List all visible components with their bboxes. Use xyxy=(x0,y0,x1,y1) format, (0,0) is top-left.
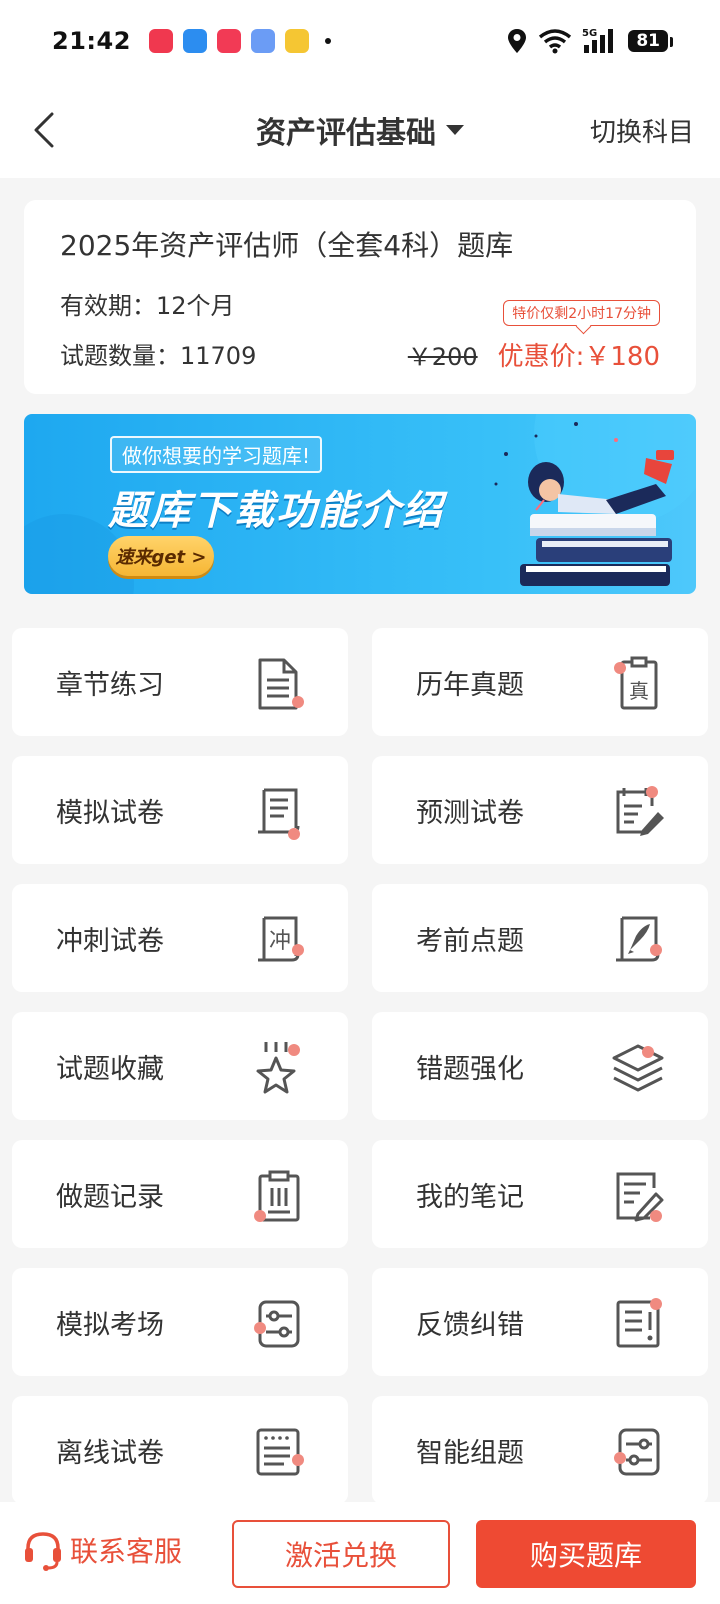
discount-price: 优惠价:￥180 xyxy=(497,342,660,372)
sprint-scroll-icon: 冲 xyxy=(258,916,304,962)
original-price: ￥200 xyxy=(407,343,478,371)
svg-text:真: 真 xyxy=(629,679,649,703)
edit-list-icon xyxy=(616,786,664,836)
tile-label: 反馈纠错 xyxy=(416,1309,524,1341)
tile-practice-history[interactable]: 做题记录 xyxy=(12,1140,348,1248)
app-notification-icon xyxy=(182,29,207,53)
app-notification-icon xyxy=(250,29,275,53)
headset-icon xyxy=(25,1532,61,1571)
tile-label: 预测试卷 xyxy=(416,797,524,829)
notes-app-icon xyxy=(284,29,309,53)
tile-label: 考前点题 xyxy=(416,925,524,957)
nav-bar: 资产评估基础 切换科目 xyxy=(0,82,720,178)
promo-countdown-badge: 特价仅剩2小时17分钟 xyxy=(503,300,660,326)
price-row: ￥200 优惠价:￥180 xyxy=(408,336,660,373)
switch-subject-link[interactable]: 切换科目 xyxy=(590,112,694,149)
tile-offline-papers[interactable]: 离线试卷 xyxy=(12,1396,348,1504)
tile-mock-papers[interactable]: 模拟试卷 xyxy=(12,756,348,864)
tile-pre-exam-tips[interactable]: 考前点题 xyxy=(372,884,708,992)
star-icon xyxy=(256,1042,300,1094)
location-icon xyxy=(508,29,527,53)
tile-label: 历年真题 xyxy=(416,669,524,701)
package-question-count: 试题数量：11709 xyxy=(60,342,257,370)
cellular-signal-icon: 5G xyxy=(582,28,614,53)
layers-icon xyxy=(612,1044,664,1092)
page-title: 资产评估基础 xyxy=(256,116,436,151)
tile-feedback[interactable]: 反馈纠错 xyxy=(372,1268,708,1376)
tile-label: 离线试卷 xyxy=(56,1437,164,1469)
package-card[interactable]: 2025年资产评估师（全套4科）题库 有效期：12个月 试题数量：11709 特… xyxy=(24,200,696,394)
subject-selector[interactable]: 资产评估基础 xyxy=(256,108,464,152)
banner-cta-button[interactable]: 速来get > xyxy=(108,536,214,576)
package-validity: 有效期：12个月 xyxy=(60,292,235,320)
scroll-icon xyxy=(258,788,300,840)
banner-headline: 题库下载功能介绍 xyxy=(108,488,444,534)
app-notification-icon xyxy=(148,29,173,53)
clipboard-icon xyxy=(254,1170,300,1222)
caret-down-icon xyxy=(446,125,464,135)
network-type: 5G xyxy=(582,28,597,39)
tile-label: 我的笔记 xyxy=(416,1181,524,1213)
tile-label: 做题记录 xyxy=(56,1181,164,1213)
battery-indicator: 81 xyxy=(628,30,673,52)
tile-label: 冲刺试卷 xyxy=(56,925,164,957)
student-reading-illustration xyxy=(494,422,674,586)
tile-my-notes[interactable]: 我的笔记 xyxy=(372,1140,708,1248)
smart-compose-icon xyxy=(614,1428,660,1476)
tile-label: 章节练习 xyxy=(56,669,164,701)
feature-grid: 章节练习 历年真题 真 模拟试卷 预测试卷 冲刺试卷 冲 考前点题 试题收藏 错… xyxy=(12,628,708,1504)
tile-label: 模拟试卷 xyxy=(56,797,164,829)
tile-favorites[interactable]: 试题收藏 xyxy=(12,1012,348,1120)
status-right: 5G 81 xyxy=(506,27,673,55)
bottom-action-bar: 联系客服 激活兑换 购买题库 xyxy=(0,1502,720,1604)
svg-text:冲: 冲 xyxy=(269,929,291,954)
status-time: 21:42 xyxy=(52,27,131,55)
tile-predicted-papers[interactable]: 预测试卷 xyxy=(372,756,708,864)
tile-past-exams[interactable]: 历年真题 真 xyxy=(372,628,708,736)
tile-mock-exam-room[interactable]: 模拟考场 xyxy=(12,1268,348,1376)
offline-paper-icon xyxy=(256,1428,304,1476)
feedback-icon xyxy=(616,1298,662,1348)
status-left: 21:42 xyxy=(52,27,331,55)
promo-banner[interactable]: 做你想要的学习题库! 题库下载功能介绍 速来get > xyxy=(24,414,696,594)
status-bar: 21:42 5G 81 xyxy=(0,0,720,82)
service-label: 联系客服 xyxy=(70,1535,183,1568)
chevron-left-icon xyxy=(34,112,54,148)
tile-smart-compose[interactable]: 智能组题 xyxy=(372,1396,708,1504)
tile-label: 智能组题 xyxy=(416,1437,524,1469)
wifi-icon xyxy=(539,29,572,54)
activate-redeem-button[interactable]: 激活兑换 xyxy=(232,1520,450,1588)
back-button[interactable] xyxy=(26,106,66,154)
buy-question-bank-button[interactable]: 购买题库 xyxy=(476,1520,696,1588)
tile-label: 模拟考场 xyxy=(56,1309,164,1341)
note-pen-icon xyxy=(616,1172,664,1222)
music-app-icon xyxy=(216,29,241,53)
rocket-board-icon xyxy=(616,916,662,962)
tile-sprint-papers[interactable]: 冲刺试卷 冲 xyxy=(12,884,348,992)
tile-label: 错题强化 xyxy=(416,1053,524,1085)
document-icon xyxy=(258,658,304,710)
past-exam-icon: 真 xyxy=(614,656,658,710)
package-title: 2025年资产评估师（全套4科）题库 xyxy=(60,229,514,262)
tile-mistake-review[interactable]: 错题强化 xyxy=(372,1012,708,1120)
slider-settings-icon xyxy=(254,1300,300,1348)
tile-label: 试题收藏 xyxy=(56,1053,164,1085)
customer-service-button[interactable]: 联系客服 xyxy=(22,1528,182,1572)
banner-subtitle: 做你想要的学习题库! xyxy=(110,436,323,473)
more-notifications-dot xyxy=(324,38,331,44)
tile-chapter-practice[interactable]: 章节练习 xyxy=(12,628,348,736)
